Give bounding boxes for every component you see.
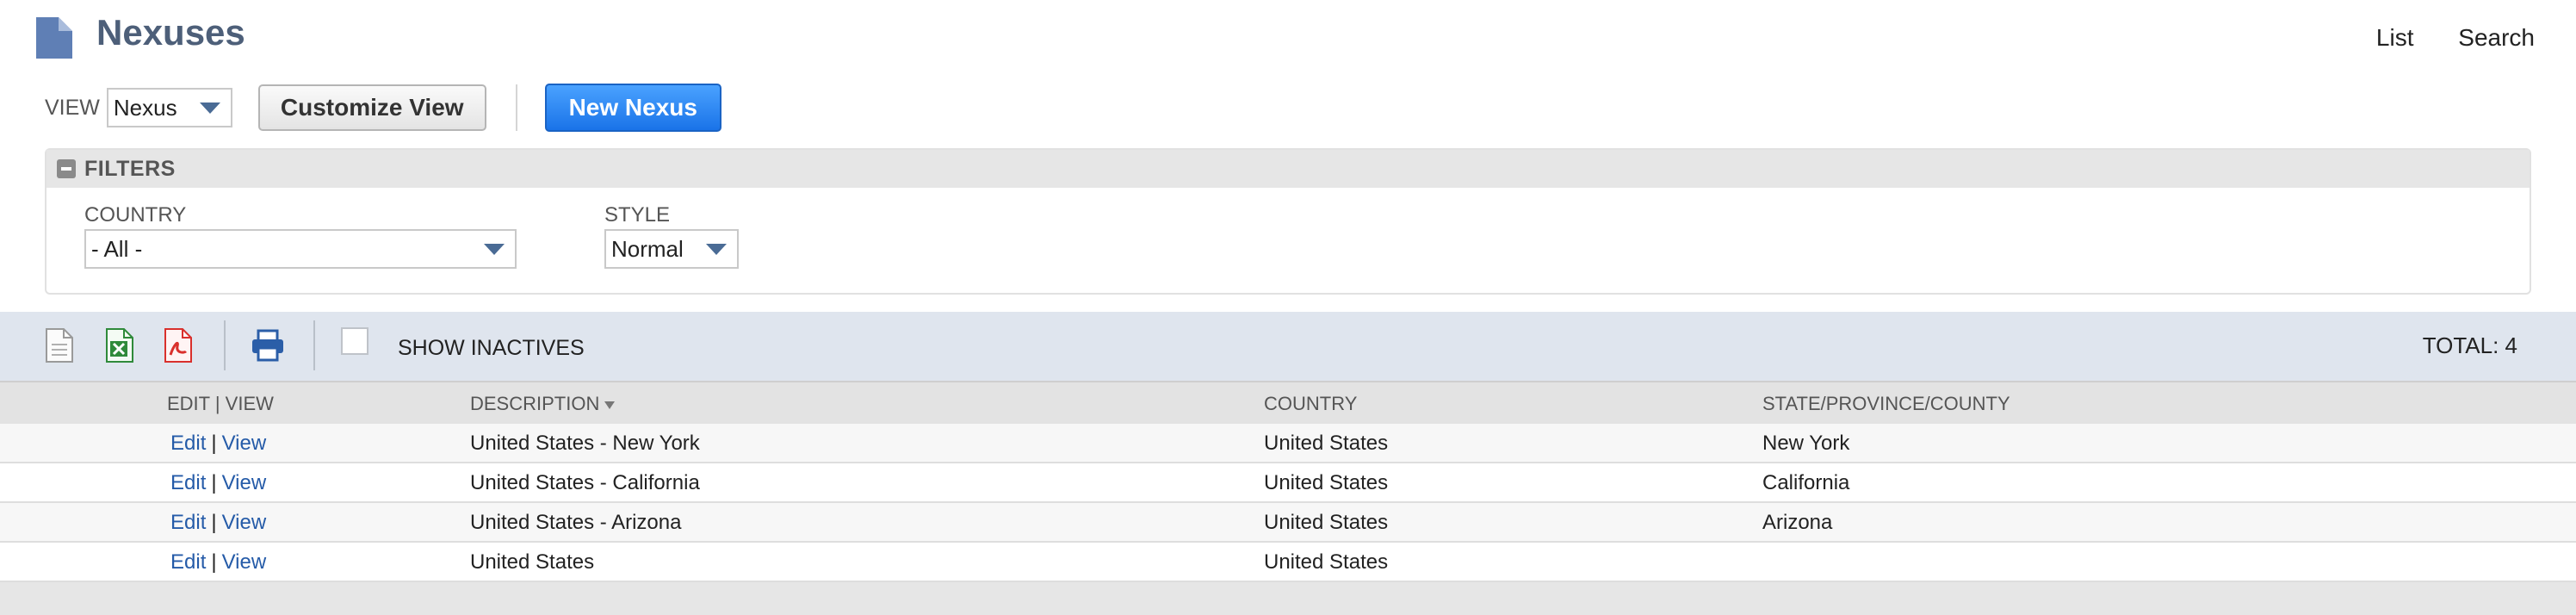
view-select-value: Nexus xyxy=(113,94,177,121)
column-header-description[interactable]: DESCRIPTION xyxy=(470,393,616,415)
style-select[interactable]: Normal xyxy=(604,229,739,269)
table-row: Edit | View United States - California Uni… xyxy=(0,463,2576,503)
separator: | xyxy=(211,471,217,494)
print-icon[interactable] xyxy=(250,327,286,363)
show-inactives-checkbox[interactable] xyxy=(341,327,368,355)
filters-title: FILTERS xyxy=(84,156,176,181)
state-cell: New York xyxy=(1762,432,1850,455)
country-select[interactable]: - All - xyxy=(84,229,517,269)
collapse-icon[interactable] xyxy=(57,159,76,178)
column-header-state[interactable]: STATE/PROVINCE/COUNTY xyxy=(1762,393,2010,415)
search-link[interactable]: Search xyxy=(2458,24,2535,51)
view-label: VIEW xyxy=(45,95,100,120)
separator: | xyxy=(211,550,217,574)
description-cell: United States - Arizona xyxy=(470,511,682,534)
table-row: Edit | View United States United States xyxy=(0,543,2576,582)
table-footer xyxy=(0,582,2576,615)
country-cell: United States xyxy=(1264,511,1389,534)
view-link[interactable]: View xyxy=(222,511,267,534)
customize-view-button[interactable]: Customize View xyxy=(257,84,486,131)
table-row: Edit | View United States - Arizona United… xyxy=(0,503,2576,543)
separator: | xyxy=(211,432,217,455)
toolbar-divider xyxy=(313,320,315,370)
edit-view-cell: Edit | View xyxy=(170,550,266,575)
column-header-description-label: DESCRIPTION xyxy=(470,393,600,414)
edit-link[interactable]: Edit xyxy=(170,471,206,494)
show-inactives-label: SHOW INACTIVES xyxy=(398,336,585,360)
state-cell: Arizona xyxy=(1762,511,1833,534)
edit-link[interactable]: Edit xyxy=(170,432,206,455)
sort-descending-icon xyxy=(604,401,616,409)
edit-link[interactable]: Edit xyxy=(170,511,206,534)
separator: | xyxy=(211,511,217,534)
country-label: COUNTRY xyxy=(84,203,187,227)
new-nexus-button[interactable]: New Nexus xyxy=(544,84,721,132)
document-icon xyxy=(36,17,72,59)
table-row: Edit | View United States - New York Unite… xyxy=(0,424,2576,463)
excel-export-icon[interactable] xyxy=(103,327,136,363)
column-header-country[interactable]: COUNTRY xyxy=(1264,393,1357,415)
view-select[interactable]: Nexus xyxy=(106,88,232,127)
view-link[interactable]: View xyxy=(222,471,267,494)
results-toolbar: SHOW INACTIVES TOTAL: 4 xyxy=(0,312,2576,381)
csv-export-icon[interactable] xyxy=(43,327,76,363)
filters-header[interactable]: FILTERS xyxy=(46,150,2530,188)
total-count: TOTAL: 4 xyxy=(2422,332,2517,358)
description-cell: United States xyxy=(470,550,595,574)
column-header-edit-view: EDIT | VIEW xyxy=(167,393,274,414)
chevron-down-icon xyxy=(484,244,505,255)
filters-panel: FILTERS COUNTRY - All - STYLE Normal xyxy=(45,148,2531,295)
edit-view-cell: Edit | View xyxy=(170,432,266,456)
country-cell: United States xyxy=(1264,432,1389,455)
edit-view-cell: Edit | View xyxy=(170,511,266,535)
divider xyxy=(515,84,517,131)
edit-link[interactable]: Edit xyxy=(170,550,206,574)
toolbar-divider xyxy=(224,320,226,370)
style-select-value: Normal xyxy=(611,235,684,262)
page-title: Nexuses xyxy=(96,12,245,53)
description-cell: United States - California xyxy=(470,471,700,494)
country-cell: United States xyxy=(1264,471,1389,494)
country-select-value: - All - xyxy=(91,235,143,262)
chevron-down-icon xyxy=(199,102,220,114)
top-links: List Search xyxy=(2338,24,2535,52)
view-link[interactable]: View xyxy=(222,550,267,574)
country-cell: United States xyxy=(1264,550,1389,574)
view-row: VIEW Nexus Customize View New Nexus xyxy=(45,84,721,132)
description-cell: United States - New York xyxy=(470,432,700,455)
pdf-export-icon[interactable] xyxy=(162,327,195,363)
state-cell: California xyxy=(1762,471,1850,494)
table-header: EDIT | VIEW DESCRIPTION COUNTRY STATE/PR… xyxy=(0,381,2576,424)
edit-view-cell: Edit | View xyxy=(170,471,266,495)
list-link[interactable]: List xyxy=(2376,24,2414,51)
style-label: STYLE xyxy=(604,203,671,227)
view-link[interactable]: View xyxy=(222,432,267,455)
chevron-down-icon xyxy=(706,244,727,255)
